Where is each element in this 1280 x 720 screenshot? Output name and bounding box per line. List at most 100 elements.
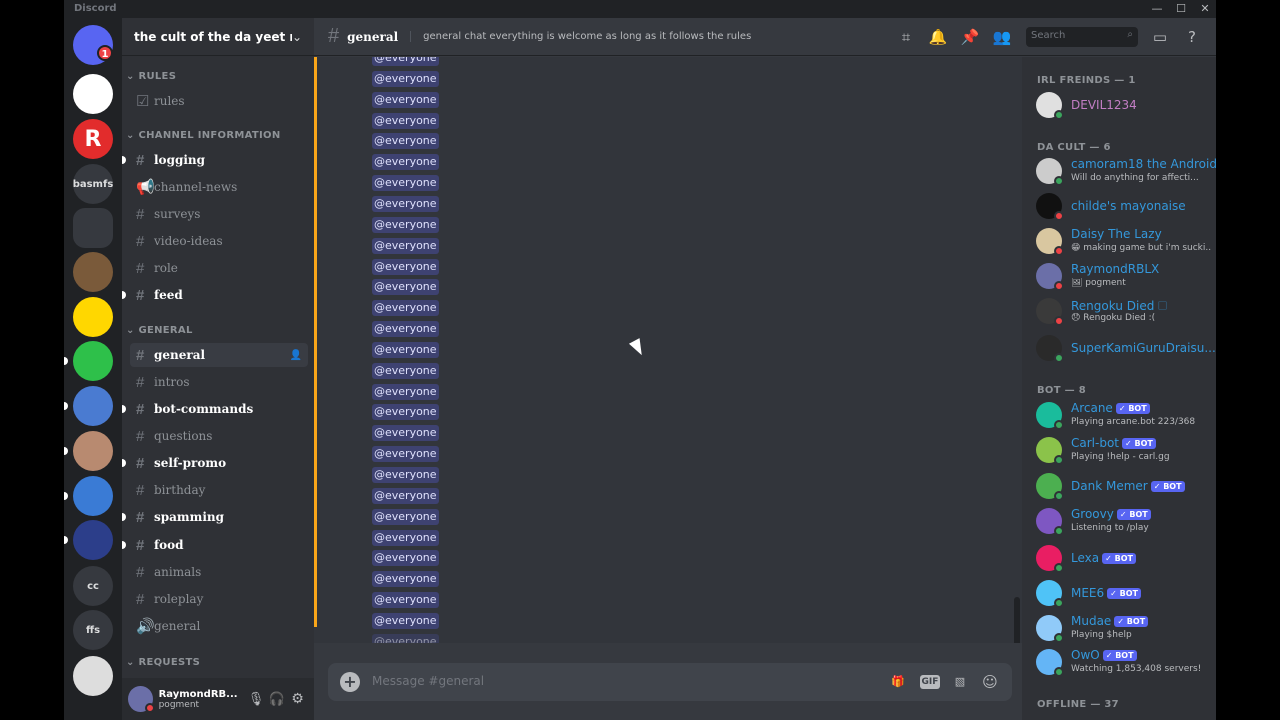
channel-intros[interactable]: # intros [130,370,308,394]
channel-logging[interactable]: # logging [122,148,308,172]
inbox-icon[interactable]: ▭ [1150,27,1170,47]
everyone-mention[interactable]: @everyone [372,57,439,66]
scrollbar[interactable] [1014,597,1020,643]
channel-roleplay[interactable]: # roleplay [130,587,308,611]
channel-feed[interactable]: # feed [122,283,308,307]
channel-video-ideas[interactable]: # video-ideas [130,229,308,253]
server-icon[interactable] [73,476,113,516]
member-item[interactable]: SuperKamiGuruDraisu... [1036,333,1216,367]
help-icon[interactable]: ? [1182,27,1202,47]
channel-spamming[interactable]: # spamming [122,505,308,529]
everyone-mention[interactable]: @everyone [372,467,439,483]
server-icon[interactable]: cc [73,566,113,606]
channel-channel-news[interactable]: 📢 channel-news [130,175,308,199]
category-channel-information[interactable]: ⌄ CHANNEL INFORMATION [126,130,281,141]
everyone-mention[interactable]: @everyone [372,112,439,129]
everyone-mention[interactable]: @everyone [372,425,439,442]
everyone-mention[interactable]: @everyone [372,487,439,504]
member-item[interactable]: Dank Memer ✓ BOT [1036,471,1212,505]
category-requests[interactable]: ⌄ REQUESTS [126,657,200,668]
avatar[interactable] [128,686,155,713]
everyone-mention[interactable]: @everyone [372,404,439,421]
server-icon[interactable] [73,252,113,292]
member-item[interactable]: Lexa ✓ BOT [1036,543,1212,577]
member-item[interactable]: Mudae ✓ BOT Playing $help [1036,613,1212,647]
channel-surveys[interactable]: # surveys [130,202,308,226]
everyone-mention[interactable]: @everyone [372,216,439,233]
server-icon[interactable] [73,74,113,114]
member-item[interactable]: MEE6 ✓ BOT [1036,578,1212,612]
everyone-mention[interactable]: @everyone [372,341,439,358]
channel-bot-commands[interactable]: # bot-commands [122,397,308,421]
gear-icon[interactable]: ⚙ [287,691,308,707]
server-icon[interactable]: R [73,119,113,159]
everyone-mention[interactable]: @everyone [372,133,439,150]
message-input[interactable]: Message #general [372,674,484,688]
channel-self-promo[interactable]: # self-promo [122,451,308,475]
server-icon[interactable] [73,431,113,471]
channel-animals[interactable]: # animals [130,560,308,584]
everyone-mention[interactable]: @everyone [372,300,439,317]
server-icon[interactable] [73,341,113,381]
search-input[interactable]: Search ⌕ [1026,27,1138,47]
message-list[interactable]: @everyone @everyone @everyone @everyone @eve… [314,57,1022,643]
member-list-icon[interactable]: 👥 [992,27,1012,47]
everyone-mention[interactable]: @everyone [372,279,439,296]
upload-plus-icon[interactable]: + [340,672,360,692]
everyone-mention[interactable]: @everyone [372,175,439,192]
server-icon[interactable] [73,297,113,337]
everyone-mention[interactable]: @everyone [372,154,439,171]
everyone-mention[interactable]: @everyone [372,195,439,212]
member-item[interactable]: DEVIL1234 [1036,90,1212,124]
member-item[interactable]: Carl-bot ✓ BOT Playing !help - carl.gg [1036,435,1212,469]
server-icon[interactable] [73,520,113,560]
everyone-mention[interactable]: @everyone [372,362,439,379]
everyone-mention[interactable]: @everyone [372,321,439,338]
category-rules[interactable]: ⌄ RULES [126,71,176,82]
channel-topic[interactable]: general chat everything is welcome as lo… [410,31,751,42]
pin-icon[interactable]: 📌 [960,27,980,47]
sticker-icon[interactable]: ▧ [950,672,970,692]
emoji-icon[interactable]: ☺ [980,672,1000,692]
everyone-mention[interactable]: @everyone [372,258,439,275]
server-icon[interactable] [73,208,113,248]
server-header[interactable]: the cult of the da yeet m... ⌄ [122,18,314,56]
add-member-icon[interactable]: 👤 [290,350,302,361]
member-item[interactable]: RaymondRBLX 🖼 pogment [1036,261,1212,295]
microphone-icon[interactable]: 🎙 [246,692,267,707]
headphones-icon[interactable]: 🎧 [266,692,287,707]
everyone-mention[interactable]: @everyone [372,592,439,609]
everyone-mention[interactable]: @everyone [372,550,439,567]
everyone-mention[interactable]: @everyone [372,237,439,254]
channel-birthday[interactable]: # birthday [130,478,308,502]
minimize-icon[interactable]: — [1146,1,1168,17]
voice-channel-general[interactable]: 🔊 general [130,614,308,638]
channel-role[interactable]: # role [130,256,308,280]
everyone-mention[interactable]: @everyone [372,612,439,629]
close-icon[interactable]: ✕ [1194,1,1216,17]
member-item[interactable]: camoram18 the Android Will do anything fo… [1036,156,1216,190]
threads-icon[interactable]: ⌗ [896,27,916,47]
everyone-mention[interactable]: @everyone [372,383,439,400]
channel-general[interactable]: # general 👤 [130,343,308,367]
member-item[interactable]: OwO ✓ BOT Watching 1,853,408 servers! [1036,647,1212,681]
channel-questions[interactable]: # questions [130,424,308,448]
everyone-mention[interactable]: @everyone [372,70,439,87]
category-general[interactable]: ⌄ GENERAL [126,325,193,336]
everyone-mention[interactable]: @everyone [372,571,439,588]
member-item[interactable]: Rengoku Died 🗆 😞 Rengoku Died :( [1036,296,1212,330]
everyone-mention[interactable]: @everyone [372,508,439,525]
channel-rules[interactable]: ☑ rules [130,89,308,113]
member-item[interactable]: childe's mayonaise [1036,191,1212,225]
server-icon[interactable]: basmfs [73,164,113,204]
server-icon[interactable] [73,386,113,426]
everyone-mention[interactable]: @everyone [372,446,439,463]
gift-icon[interactable]: 🎁 [888,672,908,692]
everyone-mention[interactable]: @everyone [372,633,439,643]
everyone-mention[interactable]: @everyone [372,529,439,546]
member-item[interactable]: Daisy The Lazy 😁 making game but i'm suck… [1036,226,1212,260]
server-icon[interactable]: ffs [73,610,113,650]
message-composer[interactable]: + Message #general 🎁 GIF ▧ ☺ [328,663,1012,701]
everyone-mention[interactable]: @everyone [372,91,439,108]
bell-icon[interactable]: 🔔 [928,27,948,47]
